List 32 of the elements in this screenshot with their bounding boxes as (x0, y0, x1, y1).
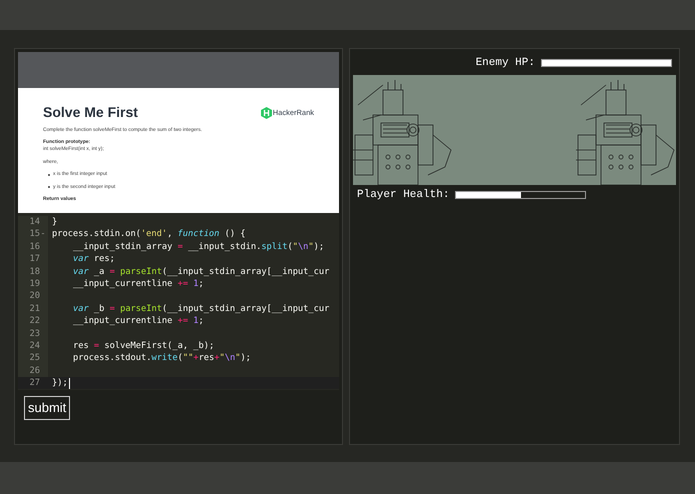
player-health-label: Player Health: (357, 188, 450, 203)
line-number: 15 (30, 228, 40, 241)
line-number: 24 (30, 340, 40, 352)
line-number: 14 (30, 216, 40, 228)
code-line: __input_currentline += 1; (73, 278, 204, 290)
enemy-hp-label: Enemy HP: (476, 56, 535, 71)
line-number: 20 (30, 290, 40, 303)
code-line: process.stdout.write(""+res+"\n"); (73, 352, 251, 365)
line-number: 19 (30, 278, 40, 290)
code-line: var res; (73, 253, 115, 266)
submit-button[interactable]: submit (24, 396, 70, 420)
text-cursor (68, 378, 70, 389)
line-number: 23 (30, 328, 40, 340)
code-line: res = solveMeFirst(_a, _b); (73, 340, 214, 352)
line-number: 18 (30, 266, 40, 278)
code-line: }); (52, 377, 68, 390)
code-line: process.stdin.on('end', function () { (52, 228, 246, 241)
line-number: 25 (30, 352, 40, 365)
hexagon-h-logo-icon (260, 106, 272, 118)
line-number: 17 (30, 253, 40, 266)
code-line: __input_stdin_array = __input_stdin.split("\n"); (73, 240, 324, 254)
fold-marker: - (40, 228, 46, 241)
code-line: __input_currentline += 1; (73, 315, 204, 328)
line-number: 21 (30, 302, 40, 316)
line-number: 16 (30, 240, 40, 254)
line-number: 27 (30, 377, 40, 390)
line-number: 22 (30, 315, 40, 328)
problem-title: Solve Me First (43, 103, 138, 122)
code-line: var _a = parseInt(__input_stdin_array[__input_cur (73, 266, 330, 278)
code-line: var _b = parseInt(__input_stdin_array[__input_cur (73, 302, 330, 316)
code-line: } (52, 216, 58, 228)
line-number: 26 (30, 364, 40, 378)
